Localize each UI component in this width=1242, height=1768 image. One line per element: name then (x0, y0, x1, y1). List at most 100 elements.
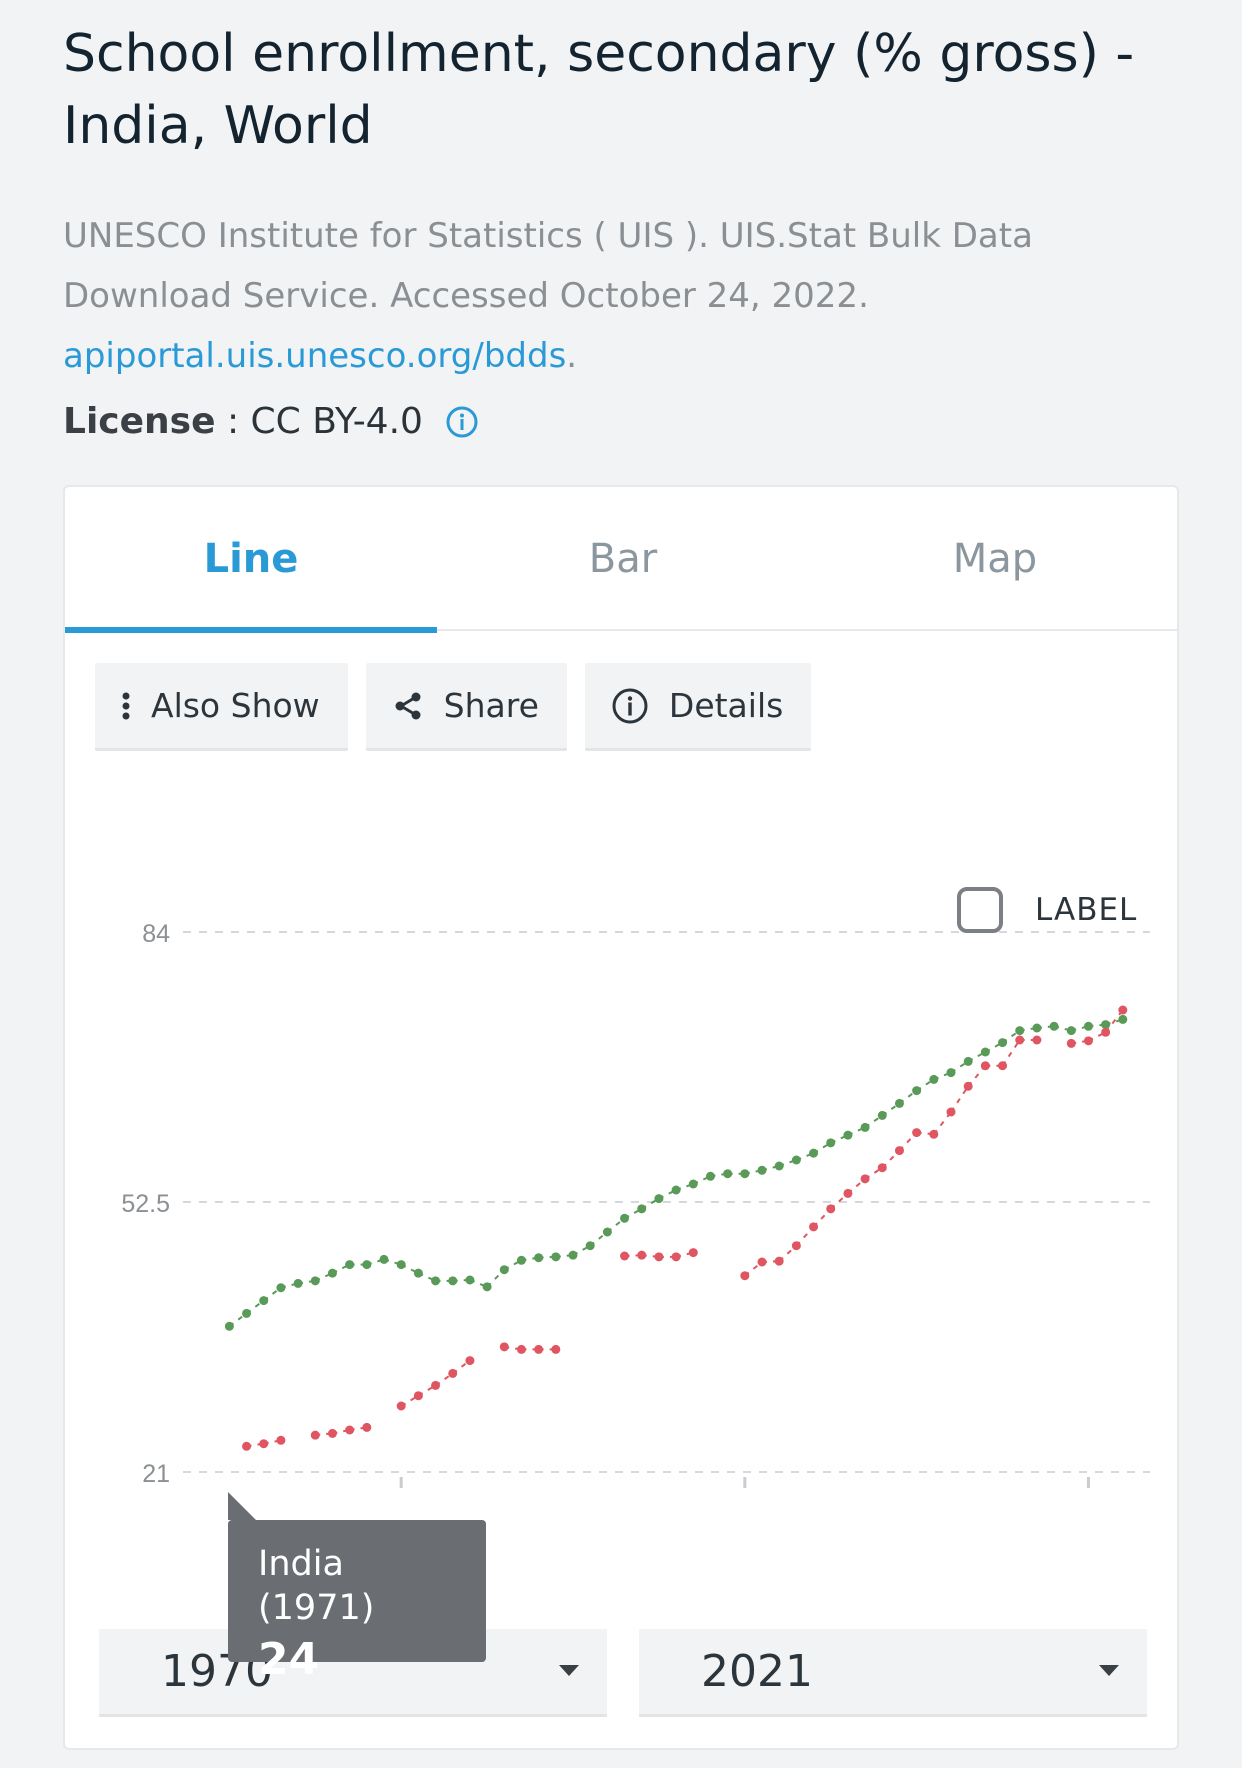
india-data-point (259, 1439, 269, 1449)
world-data-point (310, 1276, 320, 1286)
info-icon[interactable] (445, 405, 479, 439)
india-data-point (310, 1430, 320, 1440)
world-data-point (791, 1155, 801, 1165)
world-data-point (602, 1227, 612, 1237)
india-data-point (791, 1241, 801, 1251)
world-data-point (1066, 1026, 1076, 1036)
india-data-point (877, 1163, 887, 1173)
end-year-value: 2021 (701, 1646, 813, 1697)
world-data-point (465, 1275, 475, 1285)
world-data-point (1015, 1026, 1025, 1036)
india-data-point (843, 1188, 853, 1198)
world-data-point (568, 1250, 578, 1260)
india-data-point (1083, 1036, 1093, 1046)
india-data-point (757, 1257, 767, 1267)
india-data-point (499, 1342, 509, 1352)
india-data-point (998, 1061, 1008, 1071)
india-data-point (860, 1174, 870, 1184)
india-data-point (345, 1425, 355, 1435)
world-data-point (413, 1268, 423, 1278)
world-data-point (980, 1047, 990, 1057)
india-data-point (946, 1107, 956, 1117)
world-data-point (551, 1252, 561, 1262)
world-data-point (482, 1282, 492, 1292)
india-data-point (809, 1222, 819, 1232)
india-series-segment (950, 1085, 970, 1113)
india-data-point (448, 1368, 458, 1378)
india-data-point (276, 1435, 286, 1445)
world-data-point (929, 1074, 939, 1084)
india-data-point (551, 1344, 561, 1354)
world-data-point (362, 1260, 372, 1270)
india-data-point (465, 1356, 475, 1366)
world-data-point (723, 1169, 733, 1179)
world-data-point (877, 1110, 887, 1120)
world-data-point (809, 1148, 819, 1158)
license-label: License (63, 401, 216, 442)
world-data-point (826, 1138, 836, 1148)
world-data-point (585, 1241, 595, 1251)
india-data-point (362, 1422, 372, 1432)
india-data-point (637, 1250, 647, 1260)
world-data-point (620, 1213, 630, 1223)
world-data-point (860, 1122, 870, 1132)
world-data-point (431, 1276, 441, 1286)
chevron-down-icon (1099, 1665, 1119, 1676)
india-data-point (1101, 1027, 1111, 1037)
world-data-point (1032, 1023, 1042, 1033)
india-data-point (620, 1251, 630, 1261)
india-data-point (242, 1441, 252, 1451)
world-data-point (637, 1204, 647, 1214)
world-data-point (1101, 1020, 1111, 1030)
india-data-point (431, 1380, 441, 1390)
source-text: UNESCO Institute for Statistics ( UIS ).… (63, 216, 1033, 316)
india-data-point (929, 1129, 939, 1139)
world-data-point (963, 1056, 973, 1066)
india-data-point (894, 1146, 904, 1156)
world-data-point (946, 1068, 956, 1078)
y-tick-label: 52.5 (121, 1190, 170, 1218)
world-data-point (276, 1283, 286, 1293)
license-value: CC BY-4.0 (250, 401, 423, 442)
india-data-point (980, 1061, 990, 1071)
tooltip-title: India (1971) (258, 1544, 375, 1628)
world-data-point (705, 1171, 715, 1181)
world-data-point (998, 1038, 1008, 1048)
india-data-point (740, 1271, 750, 1281)
license-line: License : CC BY-4.0 (63, 394, 479, 450)
india-data-point (1015, 1035, 1025, 1045)
source-link-suffix: . (566, 336, 578, 376)
y-tick-label: 21 (142, 1460, 170, 1488)
source-link[interactable]: apiportal.uis.unesco.org/bdds (63, 336, 566, 376)
world-data-point (1083, 1021, 1093, 1031)
tooltip-value: 24 (258, 1634, 320, 1685)
label-toggle[interactable]: LABEL (957, 887, 1137, 933)
world-data-point (654, 1194, 664, 1204)
world-data-point (345, 1260, 355, 1270)
world-data-point (688, 1179, 698, 1189)
source-citation: UNESCO Institute for Statistics ( UIS ).… (63, 206, 1193, 386)
india-data-point (826, 1204, 836, 1214)
india-data-point (1118, 1005, 1128, 1015)
label-checkbox[interactable] (957, 887, 1003, 933)
world-data-point (396, 1260, 406, 1270)
world-data-point (379, 1254, 389, 1264)
y-tick-label: 84 (142, 920, 170, 948)
world-data-point (259, 1296, 269, 1306)
world-data-point (448, 1276, 458, 1286)
world-data-point (774, 1161, 784, 1171)
chevron-down-icon (559, 1665, 579, 1676)
world-data-point (499, 1265, 509, 1275)
india-data-point (912, 1128, 922, 1138)
label-toggle-text: LABEL (1035, 892, 1138, 928)
end-year-select[interactable]: 2021 (639, 1629, 1147, 1717)
india-data-point (327, 1428, 337, 1438)
world-data-point (516, 1255, 526, 1265)
page-title: School enrollment, secondary (% gross) -… (63, 24, 1135, 156)
world-data-point (757, 1165, 767, 1175)
world-data-point (1049, 1021, 1059, 1031)
india-data-point (534, 1344, 544, 1354)
india-data-point (516, 1344, 526, 1354)
world-data-point (1118, 1014, 1128, 1024)
world-data-point (671, 1185, 681, 1195)
